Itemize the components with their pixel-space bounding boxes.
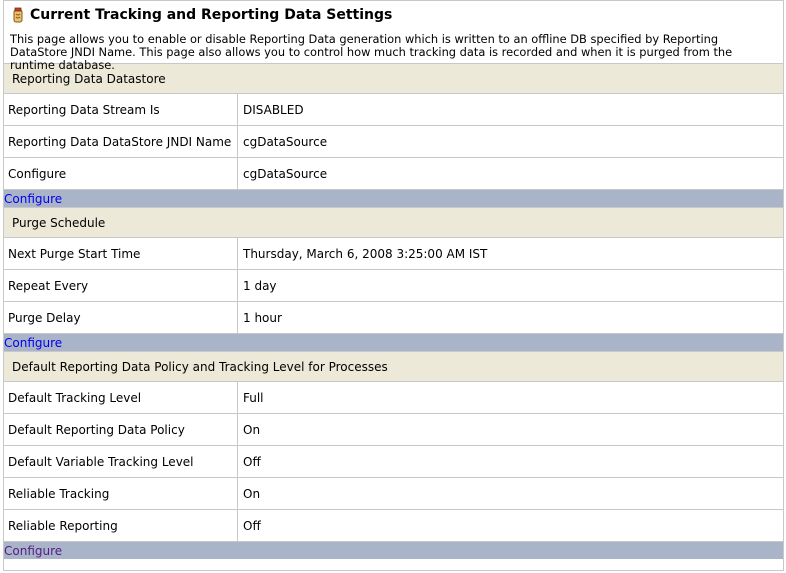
table-row: Next Purge Start Time Thursday, March 6,… [4, 238, 783, 270]
table-row: Default Reporting Data Policy On [4, 414, 783, 446]
row-value: On [243, 486, 261, 501]
configure-bar-purge-schedule: Configure [4, 334, 783, 351]
page-title: Current Tracking and Reporting Data Sett… [30, 6, 393, 23]
row-label: Purge Delay [4, 302, 238, 333]
row-value: cgDataSource [243, 134, 328, 149]
table-row: Default Tracking Level Full [4, 382, 783, 414]
page-description: This page allows you to enable or disabl… [10, 32, 733, 72]
row-value: On [243, 422, 261, 437]
table-row: Default Variable Tracking Level Off [4, 446, 783, 478]
settings-page: Current Tracking and Reporting Data Sett… [3, 0, 784, 571]
row-value: Full [243, 390, 264, 405]
table-row: Purge Delay 1 hour [4, 302, 783, 334]
table-row: Reliable Reporting Off [4, 510, 783, 542]
jar-icon [11, 7, 25, 23]
table-row: Repeat Every 1 day [4, 270, 783, 302]
table-row: Reporting Data DataStore JNDI Name cgDat… [4, 126, 783, 158]
row-value: 1 hour [243, 310, 282, 325]
configure-link-reporting-datastore[interactable]: Configure [4, 192, 62, 206]
section-header-purge-schedule: Purge Schedule [4, 207, 783, 238]
configure-link-purge-schedule[interactable]: Configure [4, 336, 62, 350]
row-value: Thursday, March 6, 2008 3:25:00 AM IST [243, 246, 488, 261]
section-header-reporting-datastore: Reporting Data Datastore [4, 63, 783, 94]
row-label: Default Reporting Data Policy [4, 414, 238, 445]
row-value: Off [243, 518, 261, 533]
row-label: Reliable Reporting [4, 510, 238, 541]
row-label: Next Purge Start Time [4, 238, 238, 269]
row-label: Repeat Every [4, 270, 238, 301]
row-label: Reporting Data Stream Is [4, 94, 238, 125]
configure-bar-reporting-datastore: Configure [4, 190, 783, 207]
section-header-default-policy: Default Reporting Data Policy and Tracki… [4, 351, 783, 382]
table-row: Reporting Data Stream Is DISABLED [4, 94, 783, 126]
row-value: cgDataSource [243, 166, 328, 181]
row-label: Reliable Tracking [4, 478, 238, 509]
row-value: DISABLED [243, 102, 304, 117]
page-header: Current Tracking and Reporting Data Sett… [4, 1, 783, 28]
row-label: Reporting Data DataStore JNDI Name [4, 126, 238, 157]
table-row: Configure cgDataSource [4, 158, 783, 190]
table-row: Reliable Tracking On [4, 478, 783, 510]
row-label: Default Tracking Level [4, 382, 238, 413]
row-label: Default Variable Tracking Level [4, 446, 238, 477]
row-label: Configure [4, 158, 238, 189]
row-value: 1 day [243, 278, 277, 293]
row-value: Off [243, 454, 261, 469]
configure-link-default-policy[interactable]: Configure [4, 544, 62, 558]
configure-bar-default-policy: Configure [4, 542, 783, 559]
